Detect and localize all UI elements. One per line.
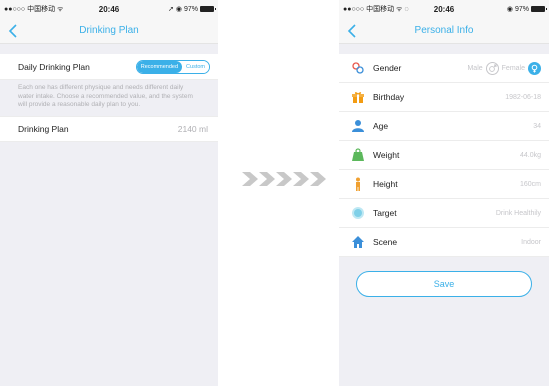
target-value: Drink Healthily: [495, 209, 541, 217]
save-button[interactable]: Save: [356, 271, 532, 297]
nav-bar: Drinking Plan: [0, 18, 218, 44]
height-row[interactable]: Height 160cm: [339, 170, 549, 199]
male-label: Male: [467, 64, 483, 72]
weight-label: Weight: [373, 150, 400, 160]
plan-description: Each one has different physique and need…: [18, 84, 193, 108]
gender-selector: Male Female: [467, 61, 541, 75]
house-icon: [351, 235, 365, 249]
weight-icon: [351, 148, 365, 162]
status-bar: ●●○○○ 中国移动 ᯤ 20:46 ➚ ◉ 97%: [0, 0, 218, 18]
battery-icon: [200, 6, 216, 13]
height-value: 160cm: [519, 180, 541, 188]
status-bar: ●●○○○ 中国移动 ᯤ ◌ 20:46 ◉ 97%: [339, 0, 549, 18]
weight-row[interactable]: Weight 44.0kg: [339, 141, 549, 170]
target-icon: [351, 206, 365, 220]
back-chevron-icon[interactable]: [345, 23, 361, 39]
scene-label: Scene: [373, 237, 398, 247]
drinking-plan-label: Drinking Plan: [18, 123, 69, 134]
transition-arrows-icon: [242, 172, 326, 186]
carrier-label: ●●○○○ 中国移动 ᯤ ◌: [343, 6, 409, 13]
female-option[interactable]: [528, 61, 541, 75]
age-row[interactable]: Age 34: [339, 112, 549, 141]
gender-label: Gender: [373, 63, 402, 73]
back-chevron-icon[interactable]: [6, 23, 22, 39]
birthday-label: Birthday: [373, 92, 405, 102]
gender-row: Gender Male Female: [339, 54, 549, 83]
status-time: 20:46: [433, 4, 455, 14]
gift-icon: [351, 90, 365, 104]
page-title: Personal Info: [414, 25, 474, 36]
battery-status: ➚ ◉ 97%: [144, 5, 216, 13]
daily-plan-label: Daily Drinking Plan: [18, 61, 90, 72]
female-label: Female: [501, 64, 525, 72]
plan-mode-toggle[interactable]: Recommended Custom: [135, 59, 210, 74]
daily-plan-row: Daily Drinking Plan Recommended Custom: [0, 54, 218, 80]
target-row[interactable]: Target Drink Healthily: [339, 199, 549, 228]
weight-value: 44.0kg: [519, 151, 541, 159]
gender-icon: [351, 61, 365, 75]
male-option[interactable]: [485, 61, 499, 75]
height-label: Height: [373, 179, 398, 189]
page-title: Drinking Plan: [79, 25, 139, 36]
age-value: 34: [533, 122, 541, 130]
drinking-plan-row[interactable]: Drinking Plan 2140 ml: [0, 115, 218, 142]
scene-value: Indoor: [521, 238, 541, 246]
age-label: Age: [373, 121, 389, 131]
carrier-label: ●●○○○ 中国移动 ᯤ: [4, 6, 64, 13]
status-time: 20:46: [98, 4, 120, 14]
birthday-row[interactable]: Birthday 1982-06-18: [339, 83, 549, 112]
person-icon: [351, 119, 365, 133]
custom-option[interactable]: Custom: [182, 60, 209, 73]
birthday-value: 1982-06-18: [505, 93, 541, 101]
recommended-option[interactable]: Recommended: [136, 60, 183, 73]
drinking-plan-value: 2140 ml: [177, 123, 208, 134]
battery-status: ◉ 97%: [478, 5, 547, 13]
scene-row[interactable]: Scene Indoor: [339, 228, 549, 257]
target-label: Target: [373, 208, 397, 218]
nav-bar: Personal Info: [339, 18, 549, 44]
personal-info-screen: ●●○○○ 中国移动 ᯤ ◌ 20:46 ◉ 97% Personal Info…: [339, 0, 549, 386]
battery-icon: [530, 6, 547, 13]
height-icon: [351, 177, 365, 191]
drinking-plan-screen: ●●○○○ 中国移动 ᯤ 20:46 ➚ ◉ 97% Drinking Plan…: [0, 0, 218, 386]
